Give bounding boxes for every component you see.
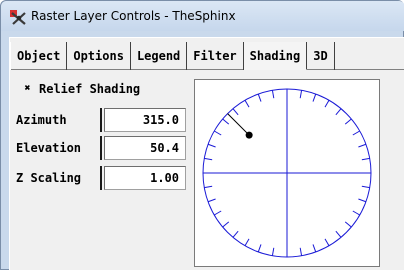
dial-tick bbox=[312, 93, 317, 102]
dial-tick bbox=[344, 118, 352, 125]
layer-controls-icon bbox=[10, 10, 26, 25]
elevation-label: Elevation bbox=[14, 136, 102, 160]
azimuth-label: Azimuth bbox=[14, 108, 102, 132]
dial-tick bbox=[222, 118, 230, 125]
dial-tick bbox=[299, 90, 303, 99]
dial-tick bbox=[204, 185, 213, 189]
tab-bar: Object Options Legend Filter Shading 3D bbox=[10, 42, 404, 70]
dial-tick bbox=[204, 157, 213, 161]
dial-tick bbox=[335, 230, 342, 238]
z-scaling-field[interactable]: 1.00 bbox=[104, 166, 186, 190]
dial-tick bbox=[232, 230, 239, 238]
tab-filter[interactable]: Filter bbox=[187, 42, 244, 70]
light-direction-dial[interactable] bbox=[194, 79, 380, 267]
dial-tick bbox=[207, 198, 216, 203]
dial-tick bbox=[257, 93, 262, 102]
title-bar[interactable]: Raster Layer Controls - TheSphinx bbox=[1, 1, 404, 31]
raster-layer-controls-window: Raster Layer Controls - TheSphinx Object… bbox=[0, 0, 404, 270]
elevation-field[interactable]: 50.4 bbox=[104, 136, 186, 160]
dial-tick bbox=[271, 247, 275, 256]
tab-object[interactable]: Object bbox=[10, 42, 68, 70]
dial-tick bbox=[312, 244, 317, 253]
shading-panel: Object Options Legend Filter Shading 3D … bbox=[9, 37, 404, 270]
azimuth-field[interactable]: 315.0 bbox=[104, 108, 186, 132]
dial-tick bbox=[324, 238, 330, 246]
dial-tick bbox=[232, 108, 239, 116]
dial-tick bbox=[214, 130, 222, 136]
dial-tick bbox=[358, 198, 367, 203]
dial-graphic[interactable] bbox=[195, 80, 381, 268]
light-direction-line bbox=[227, 113, 250, 136]
dial-tick bbox=[361, 157, 370, 161]
dial-tick bbox=[214, 210, 222, 216]
relief-shading-label: Relief Shading bbox=[39, 82, 141, 96]
tab-legend[interactable]: Legend bbox=[131, 42, 188, 70]
dial-tick bbox=[358, 143, 367, 148]
dial-tick bbox=[271, 90, 275, 99]
dial-tick bbox=[244, 100, 250, 108]
z-scaling-row: Z Scaling 1.00 bbox=[10, 166, 190, 190]
dial-tick bbox=[335, 108, 342, 116]
dial-tick bbox=[207, 143, 216, 148]
tab-shading[interactable]: Shading bbox=[243, 42, 308, 70]
azimuth-row: Azimuth 315.0 bbox=[10, 108, 190, 132]
light-position-marker bbox=[245, 131, 253, 139]
dial-tick bbox=[352, 210, 360, 216]
relief-shading-checkbox[interactable]: ✖ bbox=[22, 84, 33, 95]
tab-options[interactable]: Options bbox=[67, 42, 131, 70]
dial-tick bbox=[244, 238, 250, 246]
dial-tick bbox=[222, 221, 230, 228]
dial-tick bbox=[324, 100, 330, 108]
elevation-row: Elevation 50.4 bbox=[10, 136, 190, 160]
dial-tick bbox=[361, 185, 370, 189]
z-scaling-label: Z Scaling bbox=[14, 166, 102, 190]
window-title: Raster Layer Controls - TheSphinx bbox=[31, 9, 236, 23]
dial-tick bbox=[352, 130, 360, 136]
dial-tick bbox=[344, 221, 352, 228]
dial-tick bbox=[257, 244, 262, 253]
tab-3d[interactable]: 3D bbox=[307, 42, 335, 70]
relief-shading-toggle[interactable]: ✖ Relief Shading bbox=[22, 82, 140, 96]
dial-tick bbox=[299, 247, 303, 256]
